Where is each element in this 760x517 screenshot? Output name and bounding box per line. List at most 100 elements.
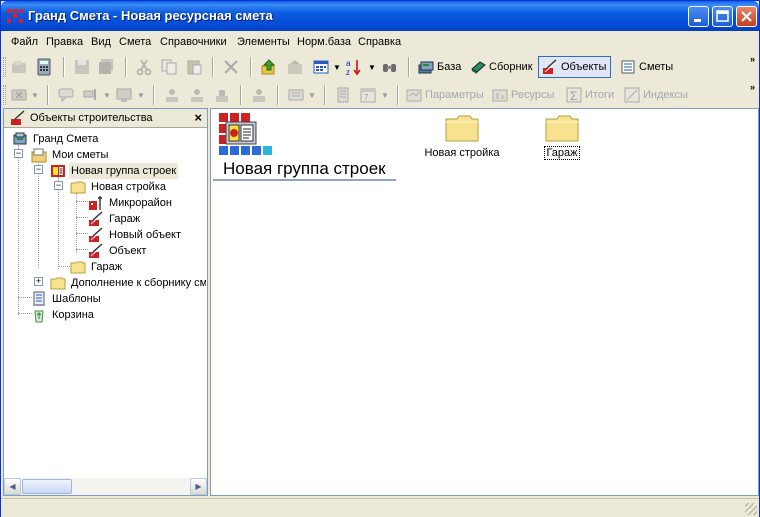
minimize-button[interactable] xyxy=(688,6,709,27)
panel-header: Объекты строительства × xyxy=(4,109,207,128)
print-icon[interactable] xyxy=(287,86,305,104)
estimates-button-label: Сметы xyxy=(639,61,674,73)
toolbar-grip[interactable] xyxy=(3,85,6,105)
tree-expand-icon[interactable]: + xyxy=(34,277,43,286)
menu-estimate[interactable]: Смета xyxy=(119,36,151,48)
tree-collapse-icon[interactable]: − xyxy=(54,181,63,190)
sort-dropdown-icon[interactable]: ▼ xyxy=(368,63,376,72)
menu-directories[interactable]: Справочники xyxy=(160,36,227,48)
group-move-icon[interactable] xyxy=(250,86,268,104)
totals-button[interactable]: Σ Итоги xyxy=(562,84,619,106)
object-icon xyxy=(89,196,102,210)
title-bar[interactable]: Гранд Смета - Новая ресурсная смета xyxy=(1,1,759,31)
tree-item-my-estimates[interactable]: Мои сметы xyxy=(31,147,201,163)
tree-item-microdistrict[interactable]: Микрорайон xyxy=(88,195,206,211)
content-item-label: Новая стройка xyxy=(424,147,500,159)
insert-dropdown-icon[interactable]: ▼ xyxy=(103,91,111,100)
folder-icon xyxy=(50,277,66,290)
content-item-label: Гараж xyxy=(544,146,580,160)
copy-icon[interactable] xyxy=(160,58,178,76)
find-icon[interactable] xyxy=(381,58,399,76)
save-icon[interactable] xyxy=(73,58,91,76)
book-icon xyxy=(471,61,486,74)
resize-grip-icon[interactable] xyxy=(745,503,757,515)
layout-icon[interactable] xyxy=(115,86,133,104)
insert-icon[interactable] xyxy=(82,86,100,104)
toolbar-grip[interactable] xyxy=(3,57,6,77)
object-icon xyxy=(89,227,103,242)
move-down-icon[interactable] xyxy=(188,86,206,104)
tree-item-templates[interactable]: Шаблоны xyxy=(31,291,201,307)
menu-view[interactable]: Вид xyxy=(91,36,111,48)
comment-icon[interactable] xyxy=(57,86,75,104)
move-up-icon[interactable] xyxy=(163,86,181,104)
resource-move-icon[interactable] xyxy=(213,86,231,104)
tree-item-root[interactable]: Гранд Смета xyxy=(12,131,202,147)
tree-item-garage-folder[interactable]: Гараж xyxy=(70,259,206,275)
resources-button[interactable]: Ресурсы xyxy=(488,84,559,106)
calculator-icon[interactable] xyxy=(35,58,53,76)
panel-title: Объекты строительства xyxy=(30,112,153,124)
totals-button-label: Итоги xyxy=(585,89,615,101)
save-all-icon[interactable] xyxy=(97,58,115,76)
calendar-icon[interactable]: 7 xyxy=(359,86,377,104)
tree-item-object[interactable]: Объект xyxy=(88,243,206,259)
collection-button[interactable]: Сборник xyxy=(466,56,538,78)
panel-close-button[interactable]: × xyxy=(194,110,202,125)
close-doc-dropdown-icon[interactable]: ▼ xyxy=(31,91,39,100)
tree-item-new-construction[interactable]: Новая стройка xyxy=(70,179,206,195)
object-icon xyxy=(89,243,103,258)
tree-item-garage-object[interactable]: Гараж xyxy=(88,211,206,227)
menu-elements[interactable]: Элементы xyxy=(237,36,290,48)
menu-edit[interactable]: Правка xyxy=(46,36,83,48)
toolbar-overflow-icon[interactable]: » xyxy=(750,54,755,64)
close-doc-icon[interactable] xyxy=(10,86,28,104)
objects-button[interactable]: Объекты xyxy=(538,56,612,78)
toolbar2-overflow-icon[interactable]: » xyxy=(750,82,755,92)
estimates-button[interactable]: Сметы xyxy=(616,56,678,78)
close-icon xyxy=(741,11,752,22)
indexes-button-label: Индексы xyxy=(643,89,688,101)
menu-help[interactable]: Справка xyxy=(358,36,401,48)
base-button[interactable]: База xyxy=(414,56,466,78)
tree-collapse-icon[interactable]: − xyxy=(14,149,23,158)
properties-icon[interactable] xyxy=(286,58,304,76)
back-icon[interactable] xyxy=(10,58,28,76)
close-button[interactable] xyxy=(736,6,757,27)
minimize-icon xyxy=(694,19,701,22)
content-item-new-construction[interactable]: Новая стройка xyxy=(417,114,507,159)
svg-text:Σ: Σ xyxy=(570,89,577,103)
tree-item-new-group[interactable]: Новая группа строек xyxy=(50,163,206,179)
tree-item-label: Шаблоны xyxy=(52,293,101,305)
view-mode-dropdown-icon[interactable]: ▼ xyxy=(333,63,341,72)
tree-item-recycle-bin[interactable]: Корзина xyxy=(31,307,201,323)
delete-icon[interactable] xyxy=(222,58,240,76)
tree-horizontal-scrollbar[interactable]: ◀ ▶ xyxy=(4,478,207,495)
indexes-button[interactable]: Индексы xyxy=(620,84,693,106)
sort-icon[interactable]: az xyxy=(345,58,363,77)
content-item-garage[interactable]: Гараж xyxy=(517,114,607,160)
scroll-left-icon[interactable]: ◀ xyxy=(4,478,21,495)
resources-button-label: Ресурсы xyxy=(511,89,555,101)
report-icon[interactable] xyxy=(334,86,352,104)
base-button-label: База xyxy=(437,61,462,73)
tree-item-new-object[interactable]: Новый объект xyxy=(88,227,206,243)
parameters-button[interactable]: Параметры xyxy=(402,84,489,106)
menu-file[interactable]: Файл xyxy=(11,36,38,48)
view-mode-icon[interactable] xyxy=(312,58,330,76)
layout-dropdown-icon[interactable]: ▼ xyxy=(137,91,145,100)
print-dropdown-icon[interactable]: ▼ xyxy=(308,91,316,100)
tree-item-supplement[interactable]: Дополнение к сборнику см xyxy=(50,275,206,291)
menu-norm-base[interactable]: Норм.база xyxy=(297,36,351,48)
calendar-dropdown-icon[interactable]: ▼ xyxy=(381,91,389,100)
tree-collapse-icon[interactable]: − xyxy=(34,165,43,174)
maximize-button[interactable] xyxy=(712,6,733,27)
tree-item-label: Новая стройка xyxy=(91,181,167,193)
cut-icon[interactable] xyxy=(135,58,153,76)
objects-panel-icon xyxy=(11,110,25,125)
scroll-thumb[interactable] xyxy=(22,479,72,494)
root-icon xyxy=(13,132,27,145)
level-up-icon[interactable] xyxy=(260,58,278,76)
scroll-right-icon[interactable]: ▶ xyxy=(190,478,207,495)
paste-icon[interactable] xyxy=(185,58,203,76)
